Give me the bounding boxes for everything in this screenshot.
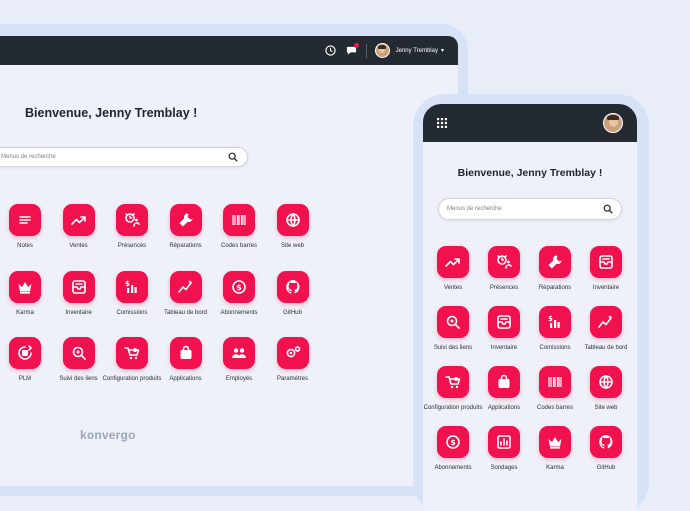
clock-icon[interactable] — [324, 45, 336, 56]
mobile-welcome: Bienvenue, Jenny Tremblay ! — [457, 167, 603, 179]
attendance-icon[interactable] — [116, 204, 148, 236]
employees-icon[interactable] — [223, 337, 255, 369]
app-label: Inventaire — [592, 285, 620, 291]
plm-icon[interactable] — [9, 337, 41, 369]
mobile-topbar — [423, 104, 637, 142]
crown-icon[interactable] — [9, 270, 41, 303]
app-tile[interactable]: Paramètres — [261, 337, 325, 383]
user-name[interactable]: Jenny Tremblay — [396, 48, 438, 54]
desktop-search-input[interactable]: Menus de recherche — [0, 147, 248, 167]
app-label: GitHub — [596, 465, 616, 471]
konvergo-logo: konvergo — [80, 428, 136, 442]
chat-icon[interactable] — [346, 43, 359, 56]
app-grid-icon[interactable] — [437, 118, 447, 128]
link-tracker-icon[interactable] — [62, 337, 95, 369]
notes-icon[interactable] — [9, 204, 41, 236]
globe-icon[interactable] — [590, 366, 622, 398]
app-label: Paramètres — [276, 376, 308, 382]
desktop-welcome: Bienvenue, Jenny Tremblay ! — [25, 106, 198, 120]
crown-icon[interactable] — [539, 426, 571, 458]
github-icon[interactable] — [276, 270, 309, 303]
app-tile[interactable]: GitHub — [261, 270, 325, 317]
bag-icon[interactable] — [169, 337, 202, 369]
svg-text:$: $ — [125, 280, 130, 288]
trend-up-icon[interactable] — [62, 204, 95, 236]
commission-icon[interactable]: $ — [116, 270, 148, 303]
desktop-window: Jenny Tremblay ▾ — [0, 36, 458, 486]
github-icon[interactable] — [590, 426, 622, 458]
dashboard-icon[interactable] — [169, 270, 202, 303]
product-config-icon[interactable] — [437, 366, 469, 398]
app-label: Tableau de bord — [584, 345, 628, 351]
mobile-user-avatar[interactable] — [603, 113, 623, 133]
app-label: Site web — [594, 405, 618, 411]
wrench-icon[interactable] — [539, 246, 571, 278]
inventory-icon[interactable] — [62, 270, 95, 303]
globe-icon[interactable] — [276, 204, 309, 236]
product-config-icon[interactable] — [116, 337, 148, 369]
app-tile[interactable]: Tableau de bord — [574, 306, 638, 352]
barcode-icon[interactable] — [539, 366, 571, 398]
wrench-icon[interactable] — [169, 204, 202, 236]
commission-icon[interactable]: $ — [539, 306, 571, 338]
survey-icon[interactable] — [488, 426, 520, 458]
svg-text:$: $ — [236, 283, 242, 292]
gear-icon[interactable] — [276, 337, 309, 369]
app-tile[interactable]: Site web — [574, 366, 638, 412]
app-label: GitHub — [283, 309, 302, 316]
app-tile[interactable]: GitHub — [574, 426, 638, 472]
chevron-down-icon[interactable]: ▾ — [441, 47, 444, 54]
dashboard-icon[interactable] — [590, 306, 622, 338]
subscription-icon[interactable]: $ — [437, 426, 469, 458]
subscription-icon[interactable]: $ — [223, 270, 255, 303]
inventory-icon[interactable] — [590, 246, 622, 278]
attendance-icon[interactable] — [488, 246, 520, 278]
svg-text:$: $ — [450, 438, 456, 447]
topbar-divider — [365, 43, 367, 58]
barcode-icon[interactable] — [223, 204, 255, 236]
app-tile[interactable]: Inventaire — [574, 246, 638, 292]
app-tile[interactable]: Site web — [261, 204, 325, 250]
search-icon[interactable] — [603, 204, 613, 214]
user-avatar[interactable] — [374, 43, 390, 58]
trend-up-icon[interactable] — [437, 246, 469, 278]
bag-icon[interactable] — [488, 366, 520, 398]
link-tracker-icon[interactable] — [437, 306, 469, 338]
desktop-topbar: Jenny Tremblay ▾ — [0, 36, 458, 65]
inventory-icon[interactable] — [488, 306, 520, 338]
svg-text:$: $ — [548, 315, 553, 323]
notification-dot — [353, 43, 359, 48]
mobile-search-input[interactable]: Menus de recherche — [438, 198, 622, 220]
search-placeholder: Menus de recherche — [1, 154, 56, 160]
app-label: Site web — [280, 243, 304, 249]
search-icon[interactable] — [228, 152, 238, 162]
mobile-search-placeholder: Menus de recherche — [447, 206, 502, 212]
